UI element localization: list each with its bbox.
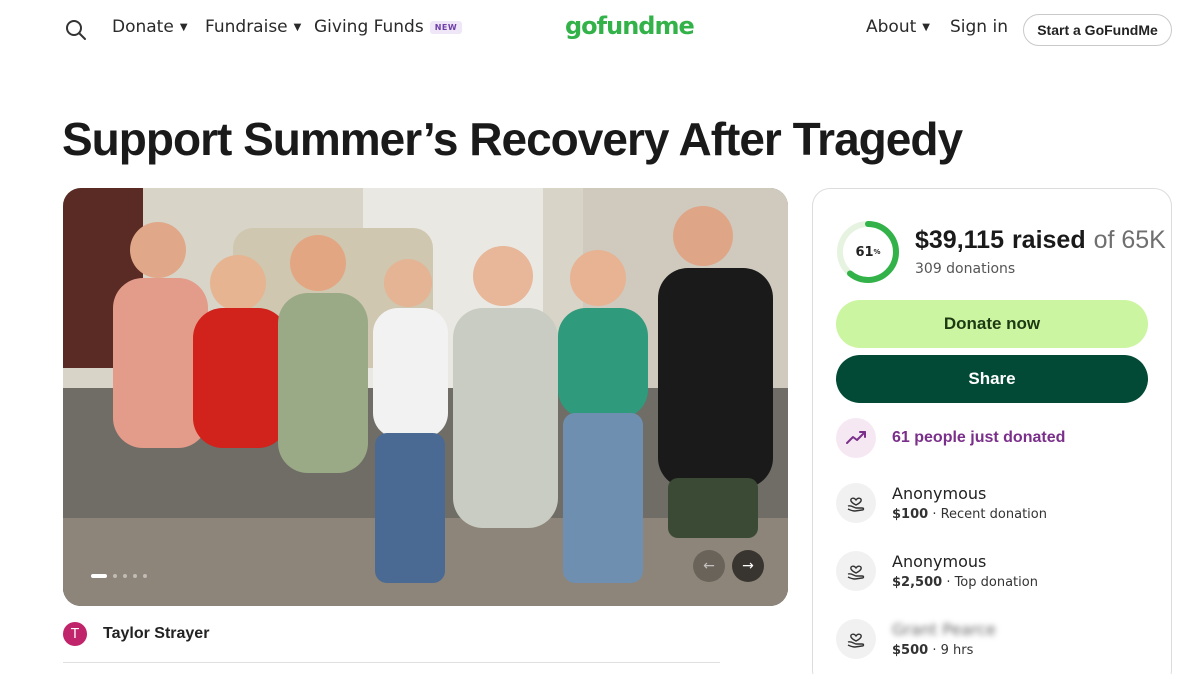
donor-detail: · Recent donation <box>932 507 1047 522</box>
donor-amount: $2,500 <box>892 575 943 590</box>
donor-item: Anonymous $2,500 · Top donation <box>836 551 1038 591</box>
donor-item: Anonymous $100 · Recent donation <box>836 483 1047 523</box>
divider <box>63 662 720 663</box>
carousel-dot[interactable] <box>91 574 107 578</box>
campaign-photo <box>63 188 788 606</box>
new-badge: NEW <box>429 20 463 34</box>
raised-amount: $39,115 <box>915 226 1004 254</box>
sign-in-link[interactable]: Sign in <box>950 17 1008 37</box>
donate-now-button[interactable]: Donate now <box>836 300 1148 348</box>
nav-fundraise-label: Fundraise <box>205 17 288 37</box>
donation-heart-hand-icon <box>836 551 876 591</box>
carousel-dot[interactable] <box>113 574 117 578</box>
arrow-right-icon: → <box>742 558 754 574</box>
top-navigation: Donate ▼ Fundraise ▼ Giving Funds NEW go… <box>0 0 1200 60</box>
donor-meta: $100 · Recent donation <box>892 507 1047 522</box>
goal-amount: of 65K <box>1093 226 1166 254</box>
recent-donors-text: 61 people just donated <box>892 429 1066 446</box>
donor-detail: · 9 hrs <box>932 643 974 658</box>
nav-about[interactable]: About ▼ <box>866 17 930 37</box>
caret-down-icon: ▼ <box>179 21 188 33</box>
campaign-title: Support Summer’s Recovery After Tragedy <box>62 113 963 165</box>
organizer-name[interactable]: Taylor Strayer <box>103 625 209 643</box>
carousel-dot[interactable] <box>143 574 147 578</box>
nav-donate[interactable]: Donate ▼ <box>112 17 188 37</box>
search-icon[interactable] <box>64 18 88 42</box>
donor-name: Grant Pearce <box>892 620 996 639</box>
avatar: T <box>63 622 87 646</box>
carousel-prev-button[interactable]: ← <box>693 550 725 582</box>
gofundme-logo[interactable]: gofundme <box>565 12 695 40</box>
donor-meta: $2,500 · Top donation <box>892 575 1038 590</box>
progress-percent-unit: % <box>873 248 881 256</box>
carousel-indicators <box>91 574 147 578</box>
donation-count: 309 donations <box>915 261 1016 277</box>
carousel-dot[interactable] <box>123 574 127 578</box>
donation-heart-hand-icon <box>836 483 876 523</box>
amount-raised: $39,115 raised of 65K <box>915 225 1166 255</box>
campaign-photo-carousel[interactable]: ← → <box>63 188 788 606</box>
donor-detail: · Top donation <box>946 575 1038 590</box>
sign-in-label: Sign in <box>950 17 1008 37</box>
carousel-next-button[interactable]: → <box>732 550 764 582</box>
share-button[interactable]: Share <box>836 355 1148 403</box>
progress-percent-value: 61 <box>855 244 874 260</box>
raised-word: raised <box>1011 226 1086 254</box>
nav-about-label: About <box>866 17 917 37</box>
donor-name: Anonymous <box>892 552 987 571</box>
caret-down-icon: ▼ <box>922 21 930 33</box>
start-gofundme-button[interactable]: Start a GoFundMe <box>1023 14 1172 46</box>
organizer: T Taylor Strayer <box>63 622 209 646</box>
arrow-left-icon: ← <box>703 558 715 574</box>
donation-heart-hand-icon <box>836 619 876 659</box>
nav-giving-funds-label: Giving Funds <box>314 17 424 37</box>
caret-down-icon: ▼ <box>293 21 302 33</box>
recent-activity: 61 people just donated <box>836 418 1065 458</box>
nav-donate-label: Donate <box>112 17 174 37</box>
donor-item: Grant Pearce $500 · 9 hrs <box>836 619 996 659</box>
carousel-dot[interactable] <box>133 574 137 578</box>
donor-amount: $500 <box>892 643 929 658</box>
donor-name: Anonymous <box>892 484 987 503</box>
trending-up-icon <box>836 418 876 458</box>
donation-card: 61% $39,115 raised of 65K 309 donations … <box>812 188 1172 674</box>
donor-amount: $100 <box>892 507 929 522</box>
nav-fundraise[interactable]: Fundraise ▼ <box>205 17 301 37</box>
nav-giving-funds[interactable]: Giving Funds NEW <box>314 17 463 37</box>
progress-percent: 61% <box>835 219 901 285</box>
donor-meta: $500 · 9 hrs <box>892 643 996 658</box>
